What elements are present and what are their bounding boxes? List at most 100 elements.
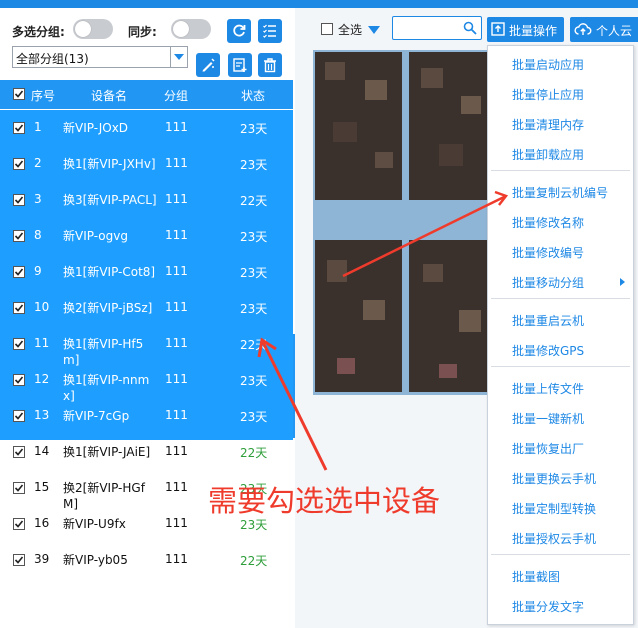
row-checkbox[interactable]: [13, 374, 25, 386]
row-group: 111: [165, 408, 188, 422]
table-row[interactable]: 10 换2[新VIP-jBSz] 111 23天: [0, 290, 293, 326]
menu-item[interactable]: 批量修改GPS: [512, 342, 584, 359]
window-top-band: [0, 0, 638, 8]
menu-item[interactable]: 批量更换云手机: [512, 470, 596, 487]
row-checkbox[interactable]: [13, 122, 25, 134]
device-screen-thumbnail[interactable]: [409, 52, 496, 200]
multi-group-toggle[interactable]: [73, 19, 113, 39]
menu-item[interactable]: 批量启动应用: [512, 56, 584, 73]
menu-item[interactable]: 批量恢复出厂: [512, 440, 584, 457]
personal-cloud-label: 个人云: [596, 24, 633, 38]
column-header-group[interactable]: 分组: [164, 87, 188, 104]
batch-operation-menu: 批量启动应用 批量停止应用 批量清理内存 批量卸载应用批量复制云机编号 批量修改名称 批量…: [487, 45, 634, 625]
row-checkbox[interactable]: [13, 338, 25, 350]
refresh-button[interactable]: [227, 19, 251, 43]
checklist-icon: [263, 24, 276, 38]
menu-item[interactable]: 批量授权云手机: [512, 530, 596, 547]
caret-down-icon[interactable]: [368, 26, 380, 34]
table-row[interactable]: 13 新VIP-7cGp 111 23天: [0, 398, 293, 434]
add-group-button[interactable]: [228, 53, 252, 77]
row-group: 111: [165, 120, 188, 134]
row-group: 111: [165, 264, 188, 278]
row-number: 1: [34, 120, 42, 134]
row-checkbox[interactable]: [13, 554, 25, 566]
row-number: 15: [34, 480, 50, 494]
menu-item[interactable]: 批量分发文字: [512, 598, 584, 615]
device-screen-thumbnail[interactable]: [409, 240, 496, 392]
select-all-label: 全选: [338, 23, 363, 37]
list-view-button[interactable]: [258, 19, 282, 43]
row-number: 10: [34, 300, 50, 314]
menu-item[interactable]: 批量停止应用: [512, 86, 584, 103]
row-checkbox[interactable]: [13, 302, 25, 314]
device-screen-thumbnail[interactable]: [315, 52, 402, 200]
row-device-name: 换1[新VIP-JAiE]: [63, 445, 151, 459]
row-status: 23天: [240, 122, 268, 136]
row-status: 23天: [240, 230, 268, 244]
row-device-name: 新VIP-JOxD: [63, 121, 129, 135]
menu-item[interactable]: 批量截图: [512, 568, 560, 585]
device-screen-thumbnail[interactable]: [315, 240, 402, 392]
menu-separator: [491, 554, 630, 555]
group-select[interactable]: 全部分组(13): [12, 46, 188, 68]
column-header-number[interactable]: 序号: [31, 87, 55, 104]
table-row[interactable]: 9 换1[新VIP-Cot8] 111 23天: [0, 254, 293, 290]
table-row[interactable]: 8 新VIP-ogvg 111 23天: [0, 218, 293, 254]
multi-group-label: 多选分组:: [12, 25, 65, 39]
submenu-arrow-icon: [620, 278, 625, 286]
row-device-name: 换1[新VIP-Cot8]: [63, 265, 156, 279]
table-row[interactable]: 1 新VIP-JOxD 111 23天: [0, 110, 293, 146]
menu-item[interactable]: 批量复制云机编号: [512, 184, 608, 201]
sync-toggle[interactable]: [171, 19, 211, 39]
row-checkbox[interactable]: [13, 482, 25, 494]
menu-item[interactable]: 批量移动分组: [512, 274, 584, 291]
row-checkbox[interactable]: [13, 194, 25, 206]
column-header-status[interactable]: 状态: [241, 87, 265, 104]
select-all-devices-checkbox[interactable]: [321, 23, 333, 35]
menu-item[interactable]: 批量定制型转换: [512, 500, 596, 517]
row-status: 23天: [240, 158, 268, 172]
table-row[interactable]: 39 新VIP-yb05 111 22天: [0, 542, 293, 578]
row-number: 16: [34, 516, 50, 530]
delete-group-button[interactable]: [258, 53, 282, 77]
menu-item[interactable]: 批量一键新机: [512, 410, 584, 427]
table-header: 序号 设备名 分组 状态: [0, 80, 293, 109]
column-header-device-name[interactable]: 设备名: [91, 87, 127, 104]
row-checkbox[interactable]: [13, 158, 25, 170]
table-row[interactable]: 14 换1[新VIP-JAiE] 111 22天: [0, 434, 293, 470]
row-number: 9: [34, 264, 42, 278]
search-input[interactable]: [392, 16, 482, 40]
batch-operation-button[interactable]: 批量操作: [487, 17, 564, 42]
menu-item[interactable]: 批量修改名称: [512, 214, 584, 231]
row-group: 111: [165, 516, 188, 530]
row-checkbox[interactable]: [13, 266, 25, 278]
table-row[interactable]: 11 换1[新VIP-Hf5m] 111 22天: [0, 326, 293, 367]
annotation-text: 需要勾选选中设备: [208, 484, 441, 518]
table-row[interactable]: 2 换1[新VIP-JXHv] 111 23天: [0, 146, 293, 182]
menu-item[interactable]: 批量上传文件: [512, 380, 584, 397]
row-device-name: 新VIP-ogvg: [63, 229, 128, 243]
edit-group-button[interactable]: [196, 53, 220, 77]
row-group: 111: [165, 372, 188, 386]
menu-separator: [491, 298, 630, 299]
menu-item[interactable]: 批量修改编号: [512, 244, 584, 261]
select-all-checkbox[interactable]: [13, 88, 25, 100]
row-checkbox[interactable]: [13, 410, 25, 422]
row-device-name: 新VIP-7cGp: [63, 409, 130, 423]
row-status: 23天: [240, 302, 268, 316]
menu-item[interactable]: 批量重启云机: [512, 312, 584, 329]
menu-item[interactable]: 批量卸载应用: [512, 146, 584, 163]
row-status: 23天: [240, 374, 268, 388]
personal-cloud-button[interactable]: 个人云: [570, 17, 638, 42]
menu-separator: [491, 366, 630, 367]
row-checkbox[interactable]: [13, 446, 25, 458]
row-group: 111: [165, 300, 188, 314]
row-checkbox[interactable]: [13, 518, 25, 530]
batch-operation-label: 批量操作: [509, 24, 558, 38]
row-checkbox[interactable]: [13, 230, 25, 242]
menu-item[interactable]: 批量清理内存: [512, 116, 584, 133]
row-device-name: 新VIP-U9fx: [63, 517, 126, 531]
refresh-icon: [233, 24, 246, 37]
table-row[interactable]: 3 换3[新VIP-PACL] 111 22天: [0, 182, 293, 218]
table-row[interactable]: 12 换1[新VIP-nnmx] 111 23天: [0, 362, 293, 403]
